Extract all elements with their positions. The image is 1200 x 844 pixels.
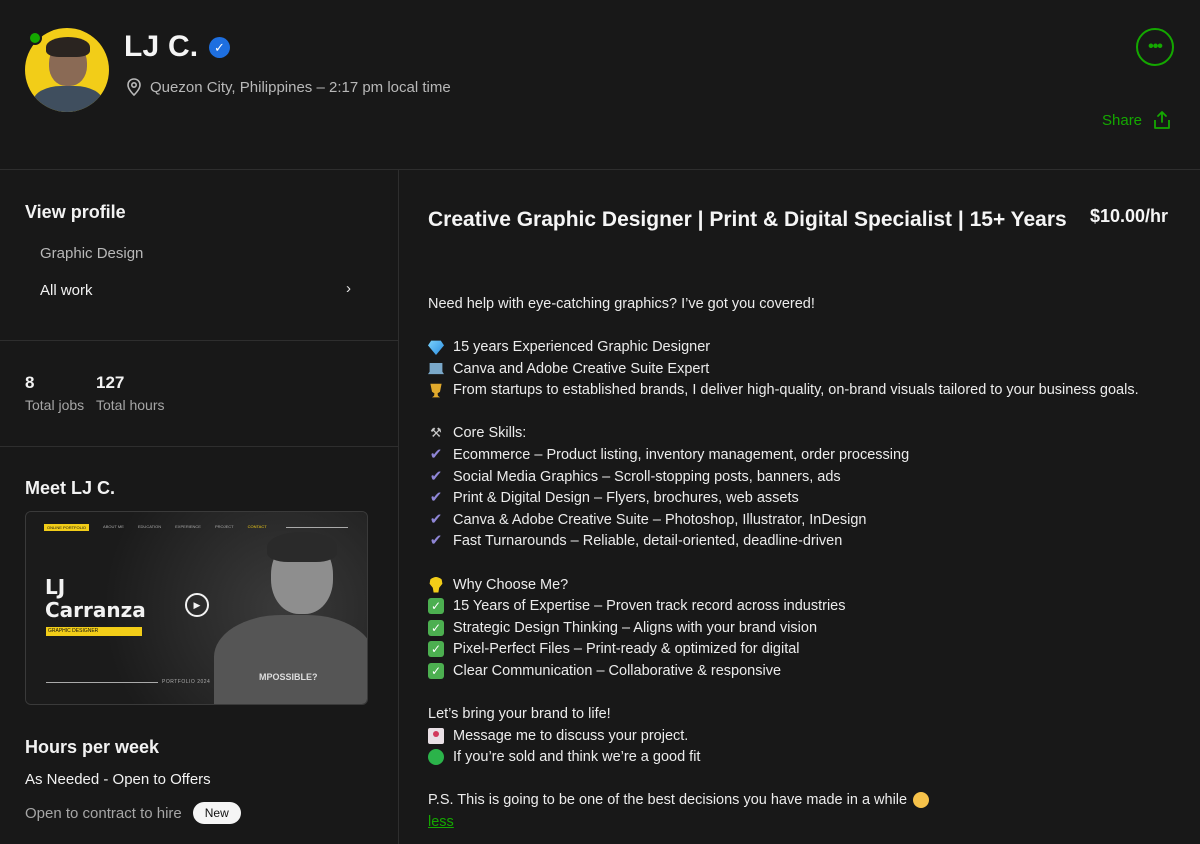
lightbulb-icon (429, 576, 443, 593)
share-icon (1154, 111, 1170, 129)
checkmark-icon: ✔ (429, 489, 443, 507)
profile-description: Need help with eye-catching graphics? I’… (428, 293, 1180, 833)
profile-header: LJ C. ✓ Quezon City, Philippines – 2:17 … (0, 0, 1200, 170)
list-item: If you’re sold and think we’re a good fi… (428, 746, 1180, 768)
sidebar-item-all-work[interactable]: All work (40, 282, 93, 299)
video-name-line2: Carranza (45, 598, 146, 622)
cta-line: Let’s bring your brand to life! (428, 706, 611, 723)
check-box-icon: ✓ (428, 662, 444, 679)
list-item: 15 years Experienced Graphic Designer (428, 336, 1180, 358)
checkmark-icon: ✔ (429, 467, 443, 485)
tools-icon: ⚒ (430, 425, 442, 441)
verified-badge-icon: ✓ (209, 37, 230, 58)
stat-value: 8 (25, 373, 35, 392)
list-item: ✔ Print & Digital Design – Flyers, brochu… (429, 489, 799, 507)
list-item: From startups to established brands, I d… (428, 379, 1180, 401)
list-item: ✓ Clear Communication – Collaborative & r… (428, 660, 1180, 682)
laptop-icon (428, 362, 444, 375)
video-nav-item: ABOUT ME (103, 524, 124, 529)
list-item: ✔ Canva & Adobe Creative Suite – Photosho… (429, 510, 867, 528)
view-profile-title: View profile (25, 202, 126, 222)
share-button[interactable]: Share (1102, 110, 1172, 130)
video-nav-item: EDUCATION (137, 524, 162, 529)
stat-label: Total jobs (25, 397, 85, 413)
why-title: Why Choose Me? (428, 574, 1180, 596)
sidebar: View profile Graphic Design All work › 8… (0, 170, 399, 844)
view-profile-section: View profile Graphic Design All work › (0, 170, 398, 341)
hours-value: As Needed - Open to Offers (25, 771, 211, 788)
hourly-rate: $10.00/hr (1090, 206, 1169, 226)
green-circle-icon (428, 749, 444, 766)
chevron-right-icon[interactable]: › (346, 280, 351, 297)
stat-label: Total hours (96, 397, 165, 413)
checkmark-icon: ✔ (429, 532, 443, 550)
gem-icon (428, 340, 444, 355)
list-item: ✔ Fast Turnarounds – Reliable, detail-ori… (429, 532, 843, 550)
check-box-icon: ✓ (428, 641, 444, 658)
ps-line: P.S. This is going to be one of the best… (428, 790, 1180, 812)
list-item: ✓ Pixel-Perfect Files – Print-ready & opt… (428, 639, 1180, 661)
smile-icon (913, 792, 930, 809)
profile-name: LJ C. (124, 30, 199, 63)
video-nav: ONLINE PORTFOLIO ABOUT ME EDUCATION EXPE… (44, 524, 267, 531)
checkmark-icon: ✔ (429, 510, 443, 528)
contract-text: Open to contract to hire (25, 804, 182, 822)
play-icon[interactable]: ▶ (185, 593, 209, 617)
mailbox-icon (428, 727, 444, 744)
intro-text: Need help with eye-catching graphics? I’… (428, 295, 815, 312)
stat-total-hours: 127 Total hours (96, 373, 164, 413)
video-role: GRAPHIC DESIGNER (46, 627, 142, 636)
stat-value: 127 (96, 373, 125, 392)
person-image (214, 615, 367, 704)
list-item: ✓ 15 Years of Expertise – Proven track re… (428, 595, 1180, 617)
profile-headline: Creative Graphic Designer | Print & Digi… (428, 208, 1067, 231)
location-text: Quezon City, Philippines – 2:17 pm local… (150, 78, 451, 96)
video-nav-item: ONLINE PORTFOLIO (44, 524, 90, 531)
list-item: ✓ Strategic Design Thinking – Aligns with… (428, 617, 1180, 639)
stats-section: 8 Total jobs 127 Total hours (0, 341, 398, 447)
check-box-icon: ✓ (428, 619, 444, 636)
list-item: Canva and Adobe Creative Suite Expert (428, 358, 1180, 380)
trophy-icon (430, 383, 442, 398)
video-nav-item: EXPERIENCE (175, 524, 201, 529)
location-row: Quezon City, Philippines – 2:17 pm local… (126, 78, 451, 96)
share-label: Share (1102, 111, 1143, 129)
video-name: LJ Carranza (45, 576, 146, 622)
more-options-button[interactable]: ••• (1136, 28, 1174, 66)
list-item: Message me to discuss your project. (428, 725, 1180, 747)
list-item: ✔ Ecommerce – Product listing, inventory … (429, 445, 910, 463)
sidebar-item-graphic-design[interactable]: Graphic Design (40, 245, 143, 262)
avatar[interactable] (25, 28, 109, 112)
list-item: ✔ Social Media Graphics – Scroll-stopping… (429, 467, 841, 485)
video-name-line1: LJ (45, 575, 66, 599)
contract-row: Open to contract to hire New (25, 802, 241, 824)
hours-title: Hours per week (25, 737, 160, 757)
check-box-icon: ✓ (428, 598, 444, 615)
intro-video-thumbnail[interactable]: ONLINE PORTFOLIO ABOUT ME EDUCATION EXPE… (25, 511, 368, 705)
location-pin-icon (127, 78, 141, 96)
video-nav-item: PROJECT (214, 524, 234, 529)
stat-total-jobs: 8 Total jobs (25, 373, 84, 413)
core-skills-title: ⚒ Core Skills: (428, 423, 1180, 445)
video-nav-item: CONTACT (247, 524, 267, 529)
less-link[interactable]: less (428, 814, 454, 830)
video-folio: PORTFOLIO 2024 (162, 679, 211, 685)
meet-title: Meet LJ C. (25, 478, 116, 498)
shirt-text: MPOSSIBLE? (259, 672, 318, 682)
online-status-dot (28, 31, 42, 45)
new-badge: New (192, 802, 241, 824)
checkmark-icon: ✔ (429, 445, 443, 463)
